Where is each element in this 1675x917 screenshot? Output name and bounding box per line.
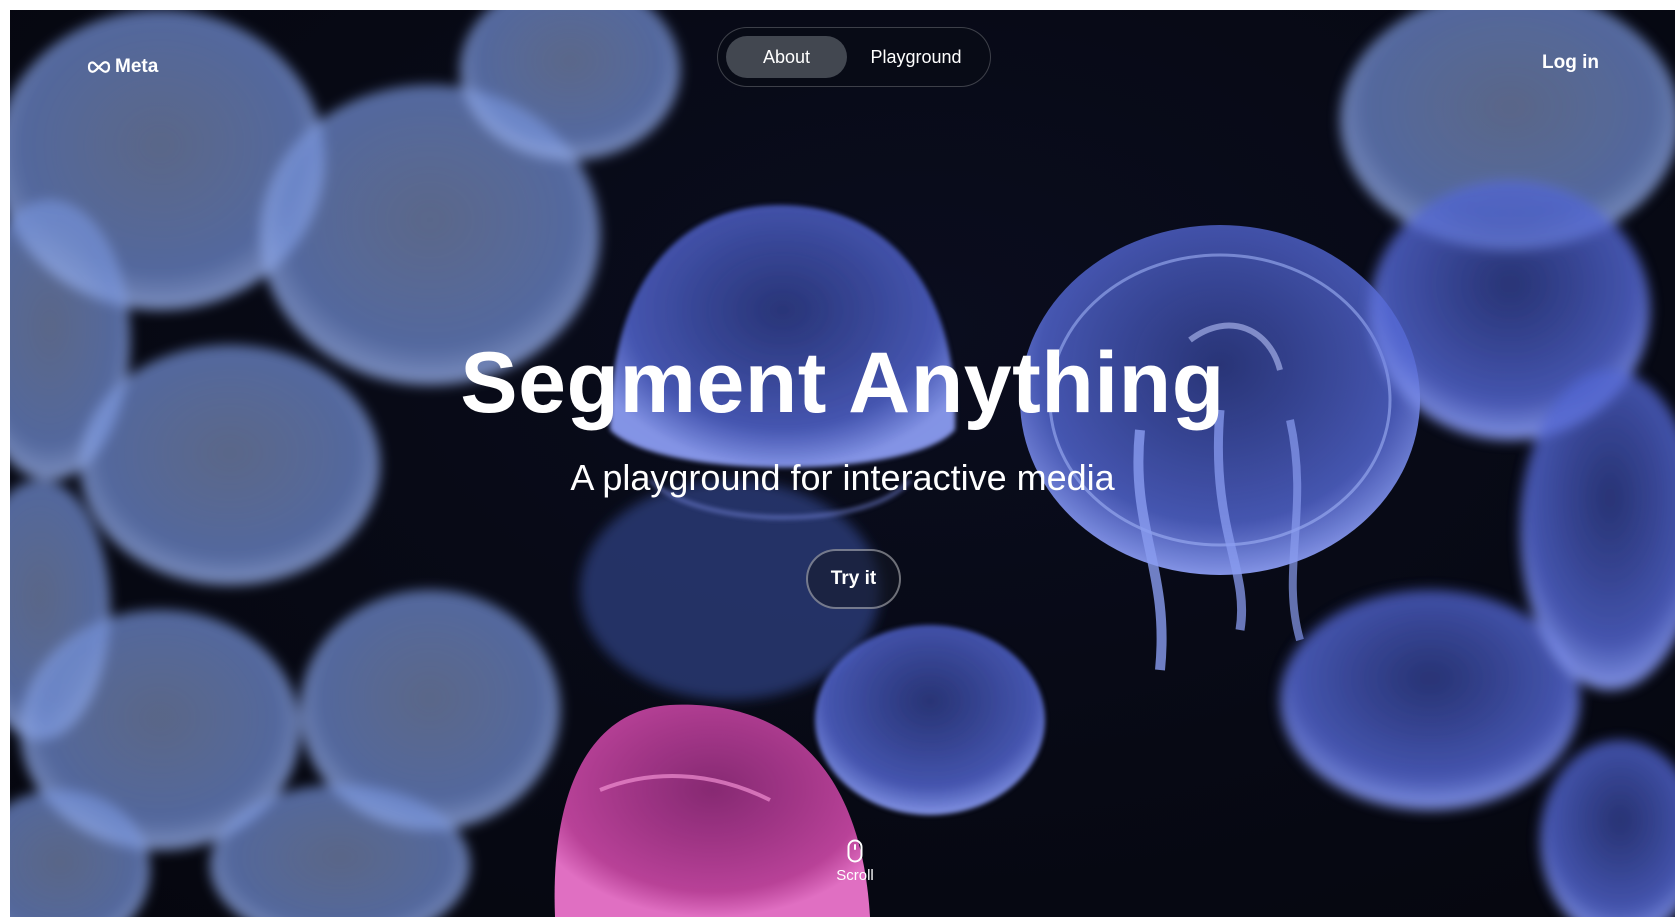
- scroll-label: Scroll: [836, 867, 874, 884]
- mouse-icon: [847, 839, 863, 863]
- page-title: Segment Anything: [460, 335, 1225, 431]
- scroll-indicator[interactable]: Scroll: [810, 839, 900, 884]
- tab-playground[interactable]: Playground: [851, 36, 981, 78]
- try-it-button[interactable]: Try it: [806, 549, 901, 609]
- meta-infinity-icon: [87, 61, 111, 73]
- meta-logo[interactable]: Meta: [87, 56, 158, 78]
- hero-section: Meta About Playground Log in Segment Any…: [10, 10, 1675, 917]
- login-link[interactable]: Log in: [1542, 52, 1599, 74]
- tab-about[interactable]: About: [726, 36, 847, 78]
- top-nav: About Playground: [717, 27, 991, 87]
- page-subtitle: A playground for interactive media: [570, 457, 1115, 498]
- logo-text: Meta: [115, 56, 159, 77]
